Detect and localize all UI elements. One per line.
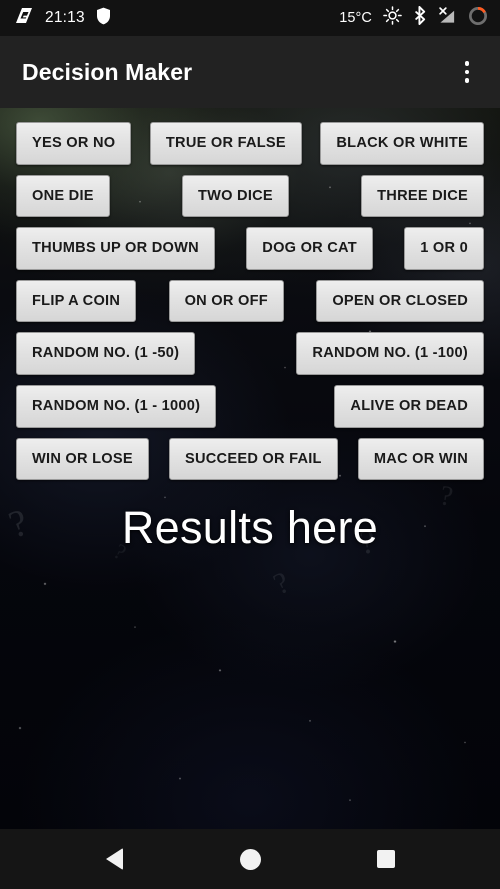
status-bar-right: 15°C [339,6,488,31]
decision-button[interactable]: 1 OR 0 [404,227,484,270]
decision-button[interactable]: RANDOM NO. (1 -100) [296,332,484,375]
status-bar-left: 21:13 [14,7,111,30]
decision-button[interactable]: THUMBS UP OR DOWN [16,227,215,270]
shield-icon [96,7,111,30]
recents-button[interactable] [360,835,412,883]
decision-button[interactable]: MAC OR WIN [357,437,484,481]
decision-button[interactable]: ALIVE OR DEAD [334,384,484,428]
bluetooth-icon [413,6,427,30]
decision-button[interactable]: WIN OR LOSE [16,437,149,481]
recents-square-icon [377,850,395,868]
decision-button-row: WIN OR LOSE SUCCEED OR FAIL MAC OR WIN [16,437,484,481]
dot [464,69,470,75]
back-button[interactable] [88,835,140,883]
home-button[interactable] [224,835,276,883]
decision-button[interactable]: SUCCEED OR FAIL [169,437,338,481]
decision-button-row: ONE DIE TWO DICE THREE DICE [16,174,484,218]
status-bar-clock: 21:13 [45,9,85,26]
decision-button-row: FLIP A COIN ON OR OFF OPEN OR CLOSED [16,279,484,323]
app-bar: Decision Maker [0,36,500,108]
home-circle-icon [239,848,261,870]
decision-button-row: YES OR NO TRUE OR FALSE BLACK OR WHITE [16,122,484,165]
overflow-menu-icon[interactable] [450,52,484,92]
dot [464,78,470,83]
app-notification-icon [14,7,34,29]
decision-button[interactable]: FLIP A COIN [16,279,137,323]
main-content: ???????????????????????????????????? YES… [0,108,500,829]
brightness-sun-icon [383,6,402,30]
decision-button[interactable]: ON OR OFF [168,279,284,323]
decision-buttons-grid: YES OR NO TRUE OR FALSE BLACK OR WHITE ONE … [0,108,500,481]
decision-button-row: RANDOM NO. (1 -50) RANDOM NO. (1 -100) [16,332,484,375]
android-navigation-bar [0,829,500,889]
decision-button[interactable]: YES OR NO [16,122,132,165]
decision-button[interactable]: BLACK OR WHITE [320,122,484,165]
dot [464,61,470,66]
phone-screen: 21:13 15°C Decision Maker ? ? ? ? ? YES … [0,0,500,889]
decision-button[interactable]: RANDOM NO. (1 -50) [16,332,196,375]
battery-circle-icon [468,6,488,31]
decision-button-row: THUMBS UP OR DOWN DOG OR CAT 1 OR 0 [16,227,484,270]
decision-button[interactable]: TRUE OR FALSE [149,122,302,165]
decision-button[interactable]: OPEN OR CLOSED [316,279,484,323]
decision-button[interactable]: DOG OR CAT [246,227,373,270]
page-title: Decision Maker [22,58,193,85]
decision-button[interactable]: ONE DIE [16,174,110,218]
question-mark-glyph: ? [268,566,295,602]
temperature-indicator: 15°C [339,10,372,26]
decision-button-row: RANDOM NO. (1 - 1000) ALIVE OR DEAD [16,384,484,428]
decision-button[interactable]: THREE DICE [361,174,484,218]
back-triangle-icon [105,848,123,870]
decision-button[interactable]: RANDOM NO. (1 - 1000) [16,384,217,428]
status-bar: 21:13 15°C [0,0,500,36]
decision-button[interactable]: TWO DICE [181,174,289,218]
results-display: Results here [121,502,379,554]
signal-no-sim-icon [438,6,457,30]
